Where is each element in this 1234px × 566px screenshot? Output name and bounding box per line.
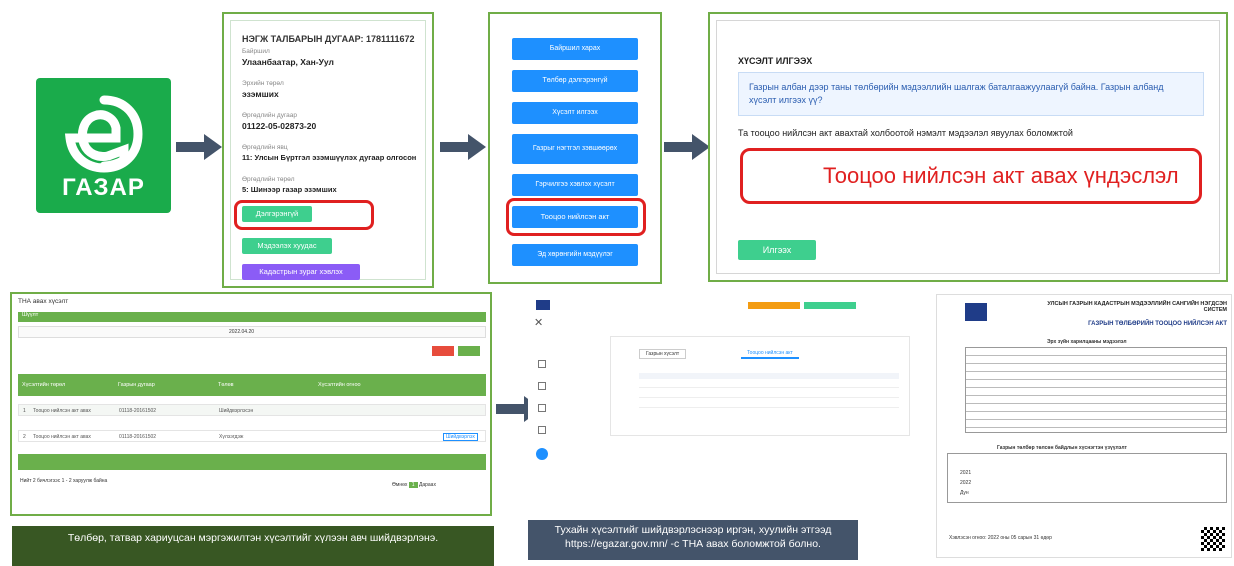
form-instruction: Та тооцоо нийлсэн акт авахтай холбоотой … [738, 128, 1073, 138]
filter-date[interactable]: 2022.04.20 [229, 329, 254, 335]
send-request-button[interactable]: Хүсэлт илгээх [512, 102, 638, 124]
request-icon[interactable] [538, 382, 546, 390]
table-footer-text: Нийт 2 бичлэгээс 1 - 2 харуулж байна [20, 478, 108, 484]
tab-settlement[interactable]: Тооцоо нийлсэн акт [741, 349, 799, 359]
table-row[interactable] [639, 403, 899, 408]
tab-requests[interactable]: Газрын хүсэлт [639, 349, 687, 359]
field-value: 5: Шинээр газар эзэмших [242, 185, 337, 194]
year-cell: Дүн [960, 490, 969, 496]
resolve-button[interactable]: Шийдвэрлэх [443, 433, 478, 441]
parcel-details-panel: НЭГЖ ТАЛБАРЫН ДУГААР: 1781111672 Байршил… [222, 12, 434, 288]
field-label: Өргөдлийн явц [242, 144, 288, 151]
list-icon[interactable] [538, 404, 546, 412]
pager-prev[interactable]: Өмнөх [392, 482, 407, 488]
filter-action-button[interactable] [458, 346, 480, 356]
payment-table: 2021 2022 Дүн [947, 453, 1227, 503]
year-cell: 2021 [960, 470, 972, 476]
qr-code-icon [1201, 527, 1225, 551]
info-alert: Газрын албан дээр таны төлбөрийн мэдээлл… [738, 72, 1204, 116]
column-header: Газрын дугаар [118, 382, 155, 388]
header-button[interactable] [804, 302, 856, 309]
field-label: Өргөдлийн дугаар [242, 112, 298, 119]
request-list-panel: ТНА авах хүсэлт Шүүлт 2022.04.20 Хүсэлти… [10, 292, 494, 566]
column-header: Хүсэлтийн огноо [318, 382, 361, 388]
property-declaration-button[interactable]: Эд хөрөнгийн мэдүүлэг [512, 244, 638, 266]
table-header [639, 373, 899, 379]
action-menu-panel: Байршил харах Төлбөр дэлгэрэнгүй Хүсэлт … [488, 12, 662, 284]
filter-label: Шүүлт [22, 312, 39, 318]
field-value: Улаанбаатар, Хан-Уул [242, 57, 334, 67]
certificate-print-button[interactable]: Гэрчилгээ хэвлэх хүсэлт [512, 174, 638, 196]
filter-bar: Шүүлт [18, 312, 486, 322]
field-value: эзэмших [242, 89, 279, 99]
column-header: Төлөв [218, 382, 234, 388]
cell: Шийдвэрлэсэн [219, 408, 254, 414]
reason-textarea[interactable]: Тооцоо нийлсэн акт авах үндэслэл [740, 148, 1202, 204]
active-nav-icon[interactable] [536, 448, 548, 460]
portal-caption: Тухайн хүсэлтийг шийдвэрлэснээр иргэн, х… [528, 520, 858, 560]
logo-text: ГАЗАР [62, 174, 145, 201]
cell: 01118-20161502 [119, 408, 157, 414]
field-label: Эрхийн төрөл [242, 80, 284, 87]
textarea-value: Тооцоо нийлсэн акт авах үндэслэл [823, 163, 1179, 188]
doc-title: ГАЗРЫН ТӨЛБӨРИЙН ТООЦОО НИЙЛСЭН АКТ [1088, 321, 1227, 327]
pager-next[interactable]: Дараах [419, 482, 436, 488]
citizen-portal-panel: ✕ Газрын хүсэлт Тооцоо нийлсэн акт Тухай… [528, 292, 920, 560]
field-label: Өргөдлийн төрөл [242, 176, 295, 183]
send-button[interactable]: Илгээх [738, 240, 816, 260]
cell: Тооцоо нийлсэн акт авах [33, 408, 91, 414]
header-button[interactable] [748, 302, 800, 309]
highlight-box [506, 198, 646, 236]
payment-details-button[interactable]: Төлбөр дэлгэрэнгүй [512, 70, 638, 92]
flow-arrow-icon [440, 134, 486, 160]
year-cell: 2022 [960, 480, 972, 486]
cell: Тооцоо нийлсэн акт авах [33, 434, 91, 440]
flow-arrow-icon [664, 134, 710, 160]
payment-table-title: Газрын төлбөр төлсөн байдлын хүснэгтэн ү… [997, 445, 1127, 451]
parcel-title: НЭГЖ ТАЛБАРЫН ДУГААР: 1781111672 [242, 34, 415, 44]
close-icon[interactable]: ✕ [534, 316, 543, 329]
documents-button[interactable]: Мэдээлэх хуудас [242, 238, 332, 254]
cell: 1 [23, 408, 26, 414]
field-value: 01122-05-02873-20 [242, 121, 317, 131]
pager-page[interactable]: 1 [408, 482, 418, 488]
flow-arrow-icon [176, 134, 222, 160]
filter-action-button[interactable] [432, 346, 454, 356]
doc-footer: Хэвлэсэн огноо: 2022 оны 05 сарын 31 өдө… [949, 535, 1052, 541]
merge-permit-button[interactable]: Газрыг нэгтгэл зэвшөөрөх [512, 134, 638, 164]
table-row[interactable]: 1 Тооцоо нийлсэн акт авах 01118-20161502… [18, 404, 486, 416]
portal-sidebar [532, 336, 592, 516]
pager: Өмнөх 1 Дараах [392, 482, 436, 488]
list-caption: Төлбөр, татвар хариуцсан мэргэжилтэн хүс… [12, 526, 494, 566]
home-icon[interactable] [538, 360, 546, 368]
table-header: Хүсэлтийн төрөл Газрын дугаар Төлөв Хүсэ… [18, 374, 486, 396]
table-footer-bar [18, 454, 486, 470]
filter-row: 2022.04.20 [18, 326, 486, 338]
emblem-icon [536, 300, 550, 310]
field-label: Байршил [242, 48, 270, 55]
column-header: Хүсэлтийн төрөл [22, 382, 66, 388]
request-form-panel: ХҮСЭЛТ ИЛГЭЭХ Газрын албан дээр таны төл… [708, 12, 1228, 282]
settlement-act-document: УЛСЫН ГАЗРЫН КАДАСТРЫН МЭДЭЭЛЛИЙН САНГИЙ… [936, 294, 1232, 558]
highlight-box [234, 200, 374, 230]
field-value: 11: Улсын Бүртгэл эзэмшүүлэх дугаар олго… [242, 153, 417, 162]
table-row[interactable] [639, 383, 899, 388]
portal-content: Газрын хүсэлт Тооцоо нийлсэн акт [610, 336, 910, 436]
cell: 01118-20161502 [119, 434, 157, 440]
info-table [965, 347, 1227, 433]
table-row[interactable] [639, 393, 899, 398]
list-tab-title[interactable]: ТНА авах хүсэлт [18, 298, 68, 305]
state-emblem-icon [965, 303, 987, 321]
table-row[interactable]: 2 Тооцоо нийлсэн акт авах 01118-20161502… [18, 430, 486, 442]
doc-section: Эрх зүйн харилцааны мэдээлэл [1047, 339, 1127, 345]
settings-icon[interactable] [538, 426, 546, 434]
egazar-logo: ГАЗАР [36, 78, 171, 213]
doc-org: УЛСЫН ГАЗРЫН КАДАСТРЫН МЭДЭЭЛЛИЙН САНГИЙ… [1047, 301, 1227, 313]
cell: Хүлээгдэж [219, 434, 244, 440]
cadastral-print-button[interactable]: Кадастрын зураг хэвлэх [242, 264, 360, 280]
e-leaf-icon [64, 95, 143, 173]
form-header: ХҮСЭЛТ ИЛГЭЭХ [738, 56, 813, 66]
view-location-button[interactable]: Байршил харах [512, 38, 638, 60]
cell: 2 [23, 434, 26, 440]
